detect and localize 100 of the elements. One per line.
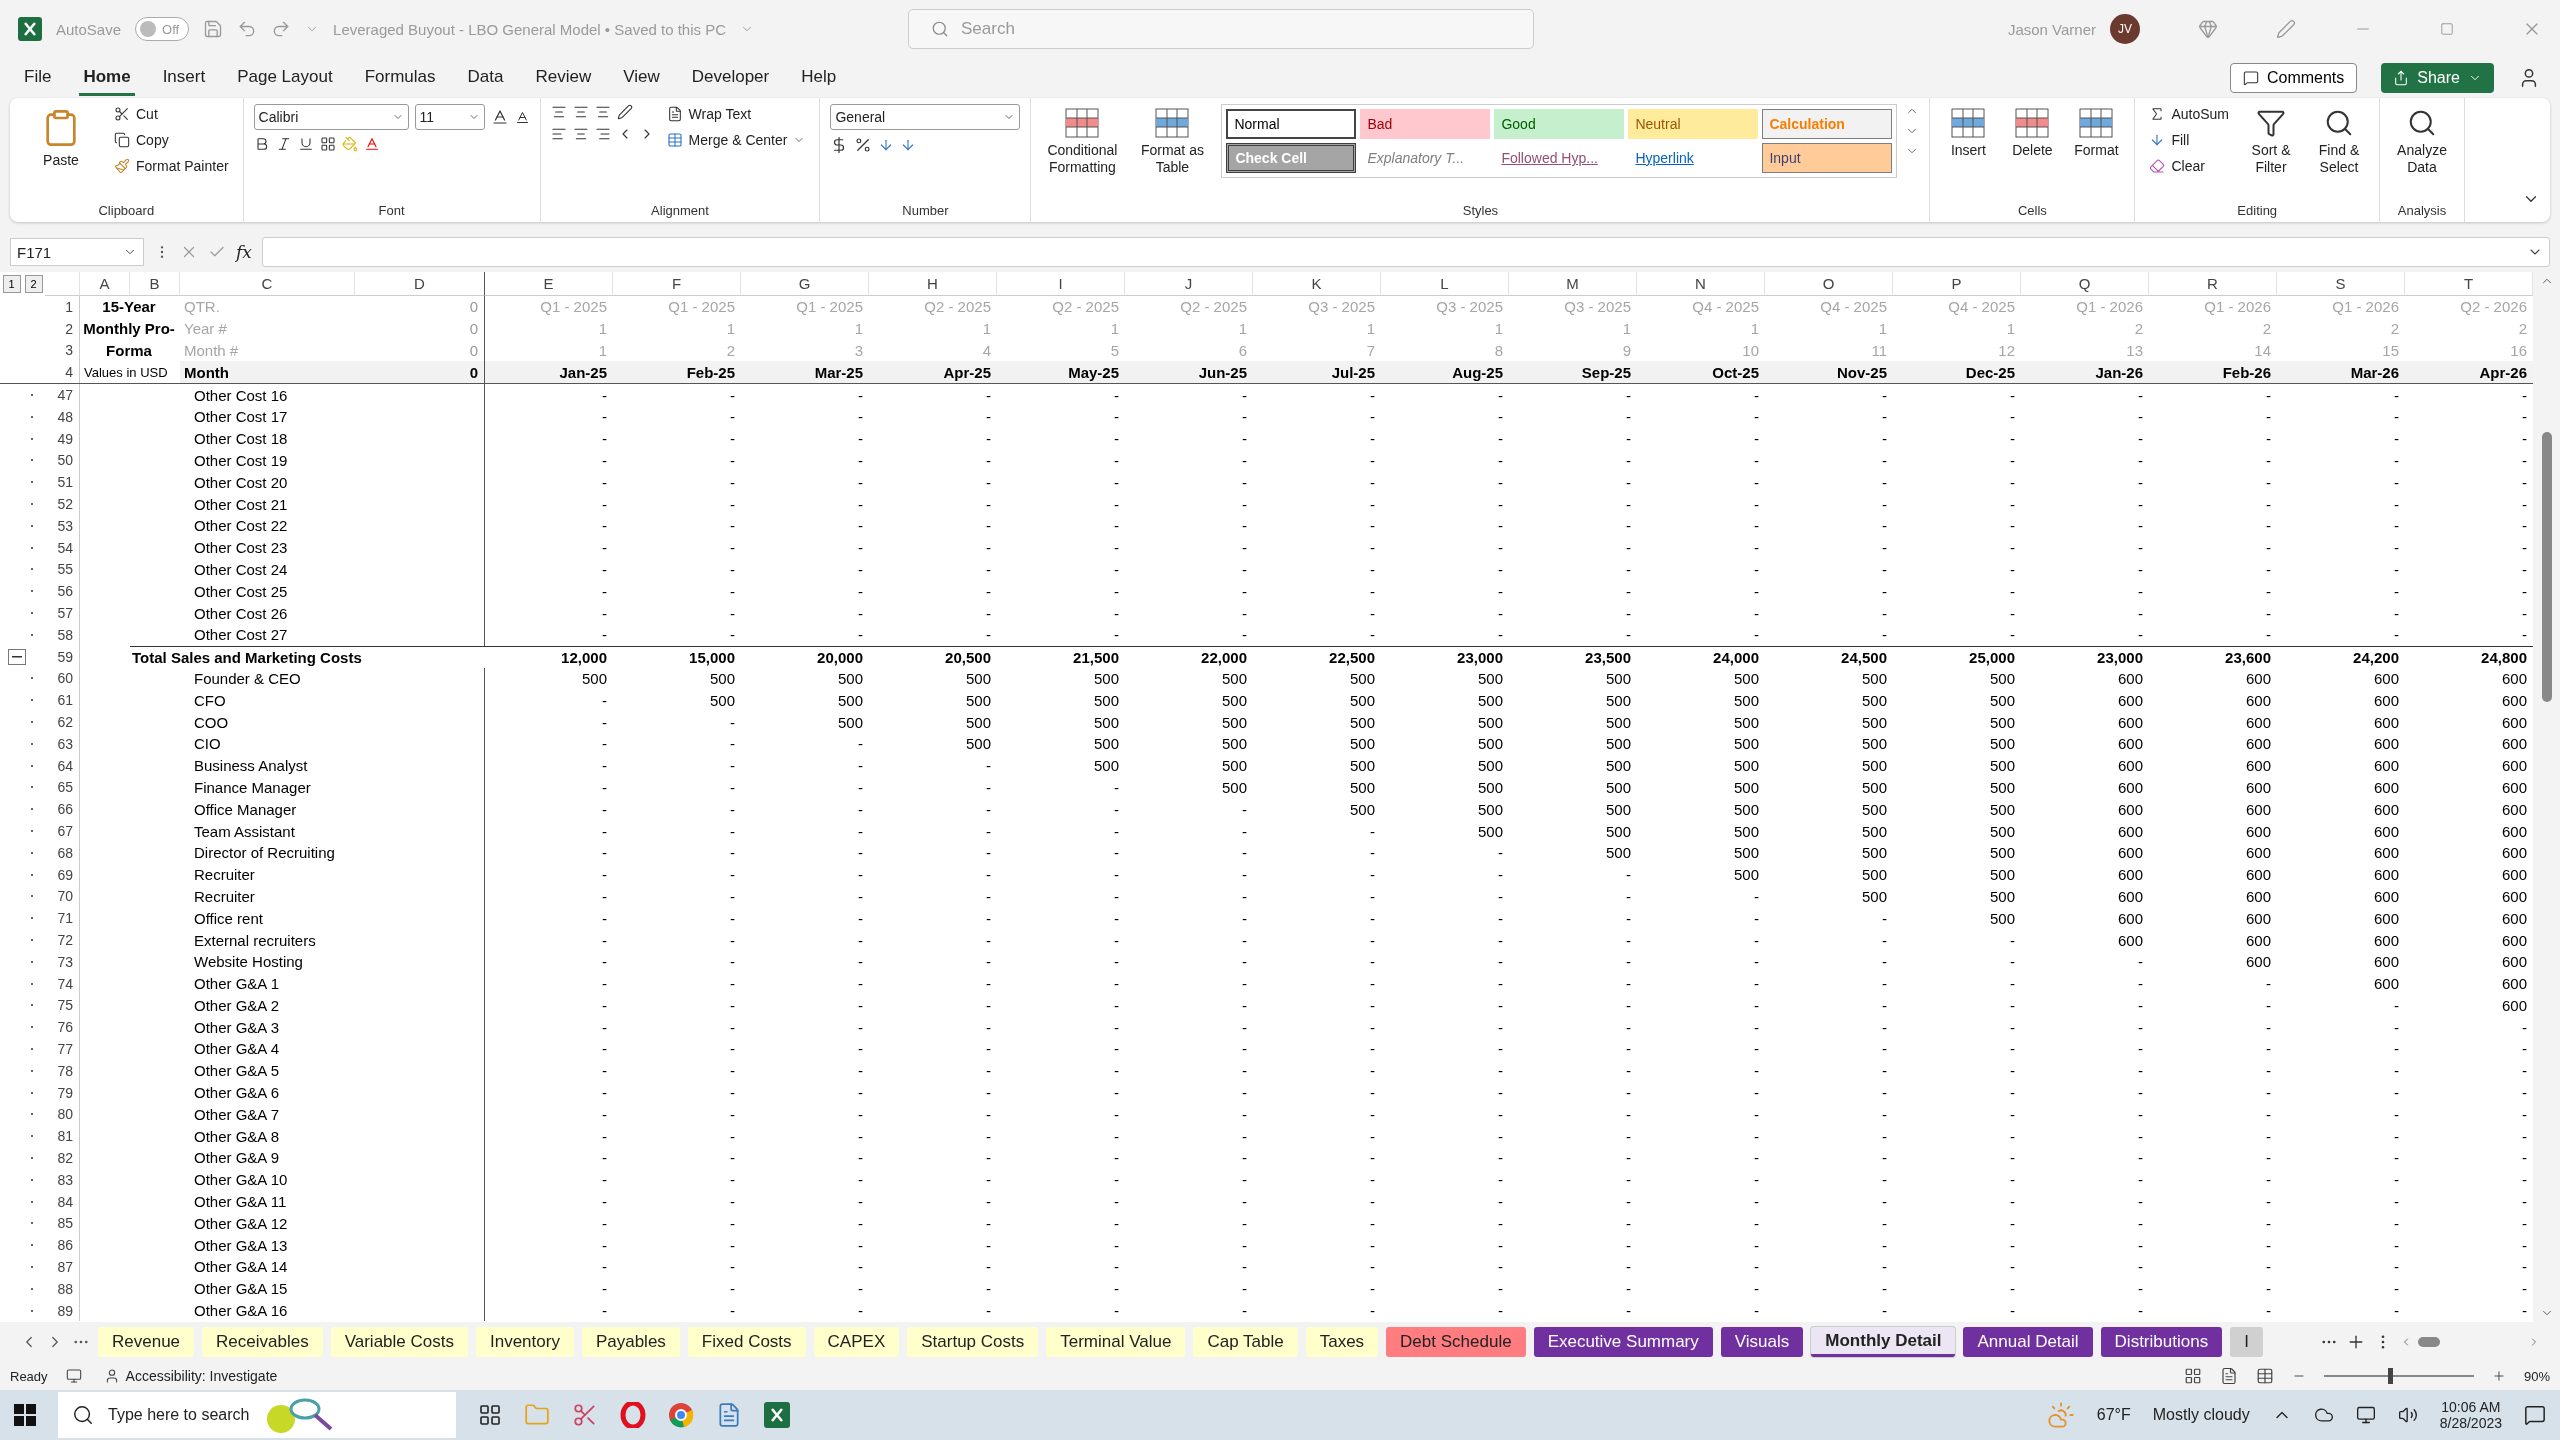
row-number[interactable]: 55 bbox=[45, 558, 80, 581]
font-name-field[interactable]: Calibri bbox=[253, 104, 409, 130]
sheet-tab[interactable]: Visuals bbox=[1720, 1327, 1804, 1357]
column-header[interactable]: R bbox=[2149, 272, 2277, 296]
row-number[interactable]: 66 bbox=[45, 798, 80, 821]
diamond-icon[interactable] bbox=[2198, 19, 2218, 39]
menu-tab[interactable]: Home bbox=[79, 60, 135, 96]
scrollbar-thumb[interactable] bbox=[2418, 1337, 2440, 1347]
sheet-tab[interactable]: Receivables bbox=[202, 1327, 323, 1357]
sheet-tab[interactable]: Fixed Costs bbox=[687, 1327, 806, 1357]
align-top-icon[interactable] bbox=[550, 104, 567, 120]
font-size-field[interactable]: 11 bbox=[414, 104, 485, 130]
sheet-tab[interactable]: Distributions bbox=[2100, 1327, 2223, 1357]
menu-tab[interactable]: Developer bbox=[687, 60, 774, 96]
share-button[interactable]: Share bbox=[2381, 63, 2494, 93]
row-number[interactable]: 63 bbox=[45, 732, 80, 755]
row-number[interactable]: 53 bbox=[45, 514, 80, 537]
row-number[interactable]: 65 bbox=[45, 776, 80, 799]
sheet-tab[interactable]: CAPEX bbox=[813, 1327, 900, 1357]
user-avatar[interactable]: JV bbox=[2110, 14, 2140, 44]
row-number[interactable]: 70 bbox=[45, 885, 80, 908]
row-number[interactable]: 75 bbox=[45, 994, 80, 1017]
row-number[interactable]: 78 bbox=[45, 1059, 80, 1082]
column-header[interactable]: P bbox=[1893, 272, 2021, 296]
cell-style[interactable]: Followed Hyp... bbox=[1494, 143, 1625, 173]
row-number[interactable]: 52 bbox=[45, 493, 80, 515]
zoom-thumb[interactable] bbox=[2388, 1368, 2394, 1384]
name-box[interactable]: F171 bbox=[10, 238, 144, 266]
sheet-tab[interactable]: Variable Costs bbox=[330, 1327, 468, 1357]
copy-button[interactable]: Copy bbox=[110, 130, 233, 150]
row-number[interactable]: 64 bbox=[45, 754, 80, 777]
sheet-tab[interactable]: Monthly Detail bbox=[1811, 1327, 1956, 1357]
notifications-icon[interactable] bbox=[2524, 1404, 2546, 1426]
accessibility-button[interactable]: Accessibility: Investigate bbox=[99, 1366, 282, 1386]
row-number[interactable]: 50 bbox=[45, 449, 80, 472]
windows-logo-icon[interactable] bbox=[14, 1404, 36, 1426]
outline-level-button[interactable]: 2 bbox=[24, 275, 43, 293]
cell-style[interactable]: Explanatory T... bbox=[1360, 143, 1491, 173]
column-header[interactable]: L bbox=[1381, 272, 1509, 296]
task-view-icon[interactable] bbox=[478, 1403, 502, 1427]
row-number[interactable]: 54 bbox=[45, 536, 80, 559]
sort-filter-button[interactable]: Sort & Filter bbox=[2241, 104, 2301, 180]
row-number[interactable]: 48 bbox=[45, 406, 80, 428]
clear-button[interactable]: Clear bbox=[2145, 156, 2233, 176]
align-bottom-icon[interactable] bbox=[594, 104, 611, 120]
wrap-text-button[interactable]: Wrap Text bbox=[662, 104, 810, 124]
column-header[interactable]: J bbox=[1125, 272, 1253, 296]
row-number[interactable]: 83 bbox=[45, 1168, 80, 1191]
cloud-icon[interactable] bbox=[2313, 1405, 2334, 1425]
row-number[interactable]: 72 bbox=[45, 929, 80, 951]
column-header[interactable]: B bbox=[130, 272, 180, 296]
column-header[interactable]: H bbox=[869, 272, 997, 296]
row-number[interactable]: 73 bbox=[45, 950, 80, 973]
insert-button[interactable]: Insert bbox=[1940, 104, 1997, 163]
sheet-tab[interactable]: Revenue bbox=[98, 1327, 195, 1357]
row-number[interactable]: 89 bbox=[45, 1299, 80, 1322]
save-icon[interactable] bbox=[203, 19, 224, 39]
cell-style[interactable]: Bad bbox=[1360, 109, 1491, 139]
scrollbar-thumb[interactable] bbox=[2541, 432, 2552, 702]
sheet-tab[interactable]: Debt Schedule bbox=[1386, 1327, 1526, 1357]
row-number[interactable]: 85 bbox=[45, 1212, 80, 1235]
column-header[interactable]: F bbox=[613, 272, 741, 296]
outline-level-button[interactable]: 1 bbox=[2, 275, 21, 293]
column-header[interactable]: E bbox=[485, 272, 613, 296]
row-number[interactable]: 49 bbox=[45, 427, 80, 450]
row-number[interactable]: 82 bbox=[45, 1147, 80, 1169]
autosum-button[interactable]: AutoSum bbox=[2145, 104, 2233, 124]
column-header[interactable]: I bbox=[997, 272, 1125, 296]
clock[interactable]: 10:06 AM 8/28/2023 bbox=[2439, 1399, 2502, 1431]
menu-tab[interactable]: Insert bbox=[158, 60, 210, 96]
excel-icon[interactable] bbox=[764, 1402, 790, 1428]
borders-icon[interactable] bbox=[319, 136, 336, 152]
row-number[interactable]: 77 bbox=[45, 1038, 80, 1060]
menu-tab[interactable]: Review bbox=[531, 60, 596, 96]
align-left-icon[interactable] bbox=[550, 126, 567, 142]
fill-button[interactable]: Fill bbox=[2145, 130, 2233, 150]
sheet-tab[interactable]: Payables bbox=[581, 1327, 680, 1357]
cell-style[interactable]: Hyperlink bbox=[1628, 143, 1759, 173]
row-number[interactable]: 3 bbox=[45, 339, 80, 362]
menu-tab[interactable]: Data bbox=[463, 60, 508, 96]
menu-tab[interactable]: View bbox=[619, 60, 664, 96]
row-number[interactable]: 71 bbox=[45, 907, 80, 930]
cell-style[interactable]: Input bbox=[1762, 143, 1893, 173]
row-number[interactable]: 59 bbox=[45, 645, 80, 668]
row-number[interactable]: 69 bbox=[45, 863, 80, 886]
normal-view-icon[interactable] bbox=[2183, 1367, 2202, 1385]
row-number[interactable]: 74 bbox=[45, 972, 80, 995]
page-layout-icon[interactable] bbox=[2219, 1367, 2238, 1385]
cut-button[interactable]: Cut bbox=[110, 104, 233, 124]
row-number[interactable]: 80 bbox=[45, 1103, 80, 1126]
format-painter-button[interactable]: Format Painter bbox=[110, 156, 233, 176]
paste-button[interactable]: Paste bbox=[20, 104, 102, 173]
row-number[interactable]: 47 bbox=[45, 384, 80, 406]
collapse-button[interactable] bbox=[7, 648, 26, 665]
format-button[interactable]: Format bbox=[2068, 104, 2125, 163]
sheet-tab[interactable]: Terminal Value bbox=[1046, 1327, 1186, 1357]
row-number[interactable]: 88 bbox=[45, 1277, 80, 1300]
menu-tab[interactable]: Formulas bbox=[360, 60, 440, 96]
find-select-button[interactable]: Find & Select bbox=[2309, 104, 2369, 180]
formula-input[interactable] bbox=[261, 237, 2550, 267]
